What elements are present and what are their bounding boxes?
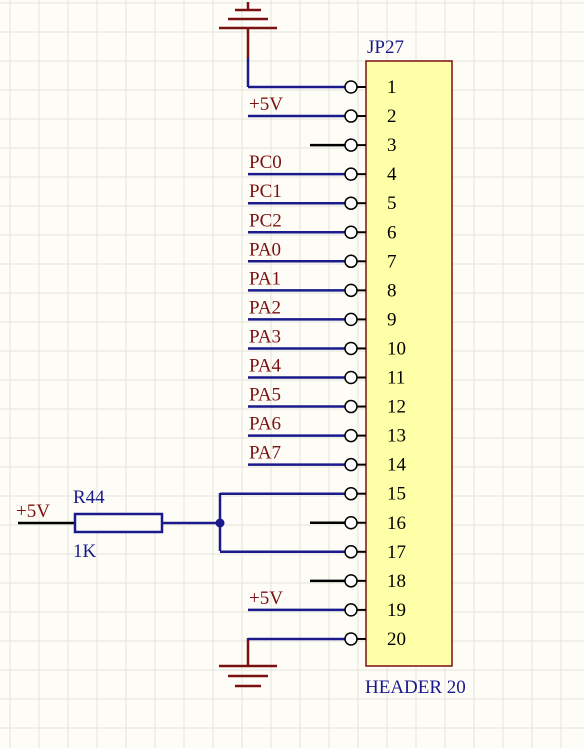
resistor-value: 1K <box>73 541 97 562</box>
schematic-canvas: JP27 HEADER 20 12+5V34PC05PC16PC27PA08PA… <box>0 0 584 748</box>
pin-number: 13 <box>387 426 406 447</box>
pin-number: 16 <box>387 513 406 534</box>
net-label: PA1 <box>249 268 281 289</box>
net-label: PA7 <box>249 443 281 464</box>
pin-terminal <box>344 545 358 559</box>
pin-number: 9 <box>387 309 397 330</box>
net-label: PA6 <box>249 414 281 435</box>
ground-symbol-bottom <box>219 638 277 688</box>
pin-terminal <box>344 370 358 385</box>
net-label: +5V <box>249 94 283 115</box>
resistor-body <box>73 512 164 534</box>
pin-number: 10 <box>387 338 406 359</box>
pin-terminal <box>344 399 358 414</box>
net-label: PC1 <box>249 181 282 202</box>
pin-number: 7 <box>387 251 397 272</box>
pin-number: 19 <box>387 600 406 621</box>
resistor-designator: R44 <box>73 487 105 508</box>
pin-terminal <box>344 283 358 298</box>
pin-number: 14 <box>387 455 407 476</box>
net-label: PA5 <box>249 385 281 406</box>
net-label: PC2 <box>249 210 282 231</box>
pin-number: 4 <box>387 164 397 185</box>
pin-terminal <box>344 428 358 443</box>
connector-part-name: HEADER 20 <box>365 677 466 698</box>
net-label: +5V <box>249 588 283 609</box>
net-label: PA3 <box>249 326 281 347</box>
pin-number: 15 <box>387 484 406 505</box>
pin-terminal <box>344 167 358 181</box>
pin-terminal <box>344 486 358 501</box>
pin-number: 17 <box>387 542 406 563</box>
pin-number: 20 <box>387 629 406 650</box>
pin-terminal <box>344 341 358 356</box>
pin-terminal <box>344 225 358 239</box>
pin-number: 11 <box>387 368 405 389</box>
pin-number: 6 <box>387 222 397 243</box>
pin-terminal <box>344 254 358 269</box>
pin-terminal <box>344 196 358 210</box>
junction-wires <box>162 493 222 551</box>
pin-number: 8 <box>387 280 397 301</box>
pin-terminal <box>344 312 358 327</box>
pin-terminal <box>344 109 358 123</box>
pin-number: 2 <box>387 106 397 127</box>
background-grid <box>0 0 584 748</box>
pin-terminal <box>344 603 358 617</box>
net-label: PC0 <box>249 152 282 173</box>
junction-dot <box>215 518 225 528</box>
pin-terminal <box>344 632 358 646</box>
net-label: PA0 <box>249 239 281 260</box>
net-label: PA2 <box>249 297 281 318</box>
pin-terminal <box>344 457 358 472</box>
net-label: PA4 <box>249 356 282 377</box>
resistor-supply-label: +5V <box>16 501 50 522</box>
pin-terminal <box>344 80 358 94</box>
pin-number: 12 <box>387 397 406 418</box>
pin-terminal <box>344 574 358 588</box>
connector-body <box>365 60 453 667</box>
pin-number: 3 <box>387 135 397 156</box>
pin-number: 18 <box>387 571 406 592</box>
pin-number: 1 <box>387 77 397 98</box>
connector-designator: JP27 <box>367 37 404 58</box>
pin-number: 5 <box>387 193 397 214</box>
pin-terminal <box>344 138 358 152</box>
pin-terminal <box>344 516 358 530</box>
ground-symbol-top <box>219 2 277 58</box>
